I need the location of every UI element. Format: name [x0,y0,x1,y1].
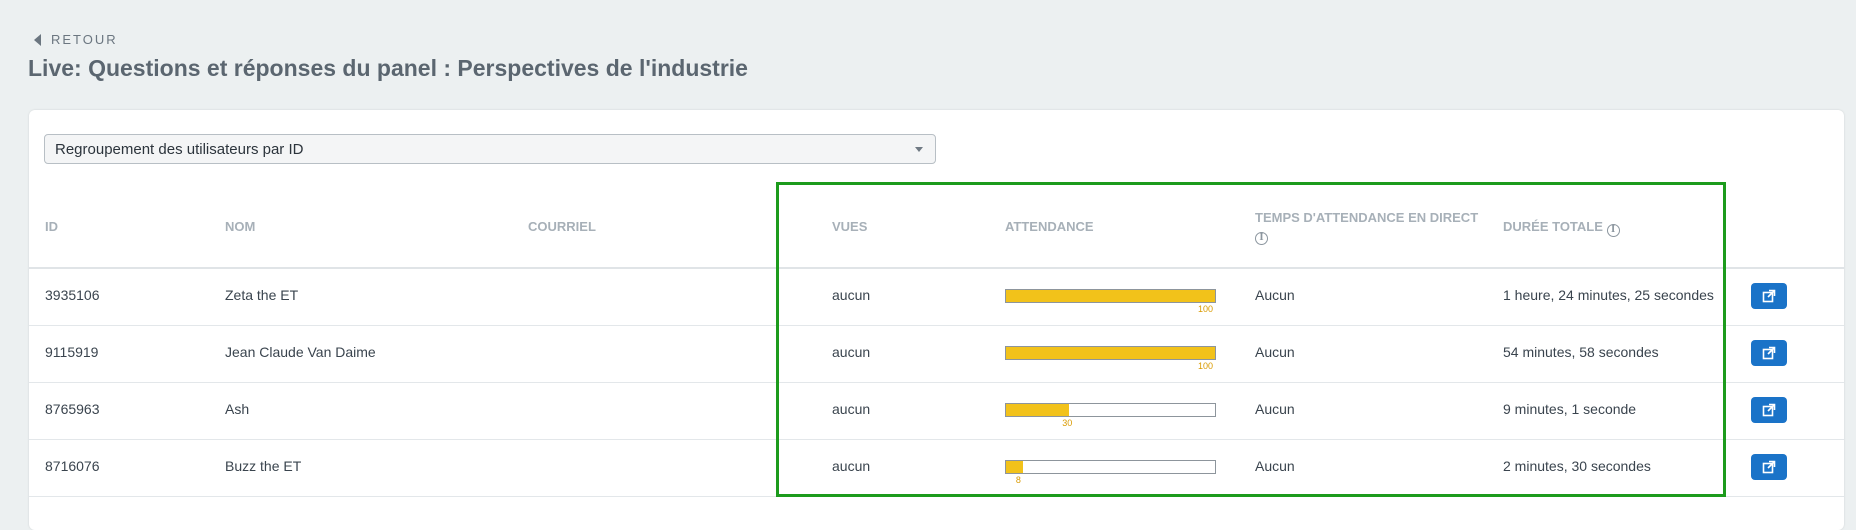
external-link-icon [1762,460,1776,474]
column-header-duree-totale-label: DURÉE TOTALE [1503,219,1603,234]
open-details-button[interactable] [1751,397,1787,423]
column-header-vues[interactable]: VUES [832,218,867,235]
column-header-attendance[interactable]: ATTENDANCE [1005,218,1094,235]
table-row: 8765963 Ash aucun 30 Aucun 9 minutes, 1 … [29,383,1844,440]
cell-vues: aucun [832,287,871,303]
cell-temps-direct: Aucun [1255,401,1295,417]
attendance-bar [1005,460,1216,474]
cell-nom: Ash [225,401,250,417]
attendance-bar [1005,403,1216,417]
table-row: 3935106 Zeta the ET aucun 100 Aucun 1 he… [29,269,1844,326]
cell-temps-direct: Aucun [1255,344,1295,360]
back-link[interactable]: RETOUR [34,32,118,47]
column-header-courriel[interactable]: COURRIEL [528,218,596,235]
cell-nom: Buzz the ET [225,458,302,474]
attendance-bar [1005,346,1216,360]
external-link-icon [1762,289,1776,303]
info-circle-icon[interactable]: i [1606,224,1620,237]
attendance-bar [1005,289,1216,303]
cell-duree-totale: 54 minutes, 58 secondes [1503,344,1659,360]
table-row: 9115919 Jean Claude Van Daime aucun 100 … [29,326,1844,383]
column-header-duree-totale[interactable]: DURÉE TOTALE i [1503,218,1620,237]
info-circle-icon[interactable]: i [1255,232,1268,245]
table-row: 8716076 Buzz the ET aucun 8 Aucun 2 minu… [29,440,1844,497]
attendance-bar-fill [1006,347,1215,359]
attendance-value: 100 [1198,304,1214,314]
cell-duree-totale: 1 heure, 24 minutes, 25 secondes [1503,287,1714,303]
attendance-value: 30 [1062,418,1073,428]
attendance-bar-fill [1006,404,1069,416]
cell-id: 8716076 [45,458,100,474]
attendance-value: 100 [1198,361,1214,371]
open-details-button[interactable] [1751,283,1787,309]
external-link-icon [1762,346,1776,360]
cell-temps-direct: Aucun [1255,287,1295,303]
cell-id: 3935106 [45,287,100,303]
back-label: RETOUR [51,32,118,47]
external-link-icon [1762,403,1776,417]
cell-nom: Zeta the ET [225,287,299,303]
cell-id: 9115919 [45,344,99,360]
column-header-temps-direct[interactable]: TEMPS D'ATTENDANCE EN DIRECT i [1255,209,1485,245]
grouping-select-value: Regroupement des utilisateurs par ID [55,141,304,158]
column-header-nom[interactable]: NOM [225,218,255,235]
report-card: Regroupement des utilisateurs par ID ID … [29,110,1844,530]
grouping-select[interactable]: Regroupement des utilisateurs par ID [44,134,936,164]
cell-duree-totale: 9 minutes, 1 seconde [1503,401,1637,417]
column-header-temps-direct-label: TEMPS D'ATTENDANCE EN DIRECT [1255,210,1479,225]
column-header-id[interactable]: ID [45,218,58,235]
page-title: Live: Questions et réponses du panel : P… [28,55,748,81]
cell-id: 8765963 [45,401,100,417]
cell-vues: aucun [832,458,871,474]
open-details-button[interactable] [1751,454,1787,480]
cell-vues: aucun [832,344,871,360]
cell-temps-direct: Aucun [1255,458,1295,474]
attendance-value: 8 [1015,475,1021,485]
cell-vues: aucun [832,401,871,417]
caret-left-icon [34,33,41,46]
open-details-button[interactable] [1751,340,1787,366]
attendance-bar-fill [1006,461,1023,473]
attendance-bar-fill [1006,290,1215,302]
cell-duree-totale: 2 minutes, 30 secondes [1503,458,1651,474]
chevron-down-icon [915,147,923,152]
cell-nom: Jean Claude Van Daime [225,344,376,360]
